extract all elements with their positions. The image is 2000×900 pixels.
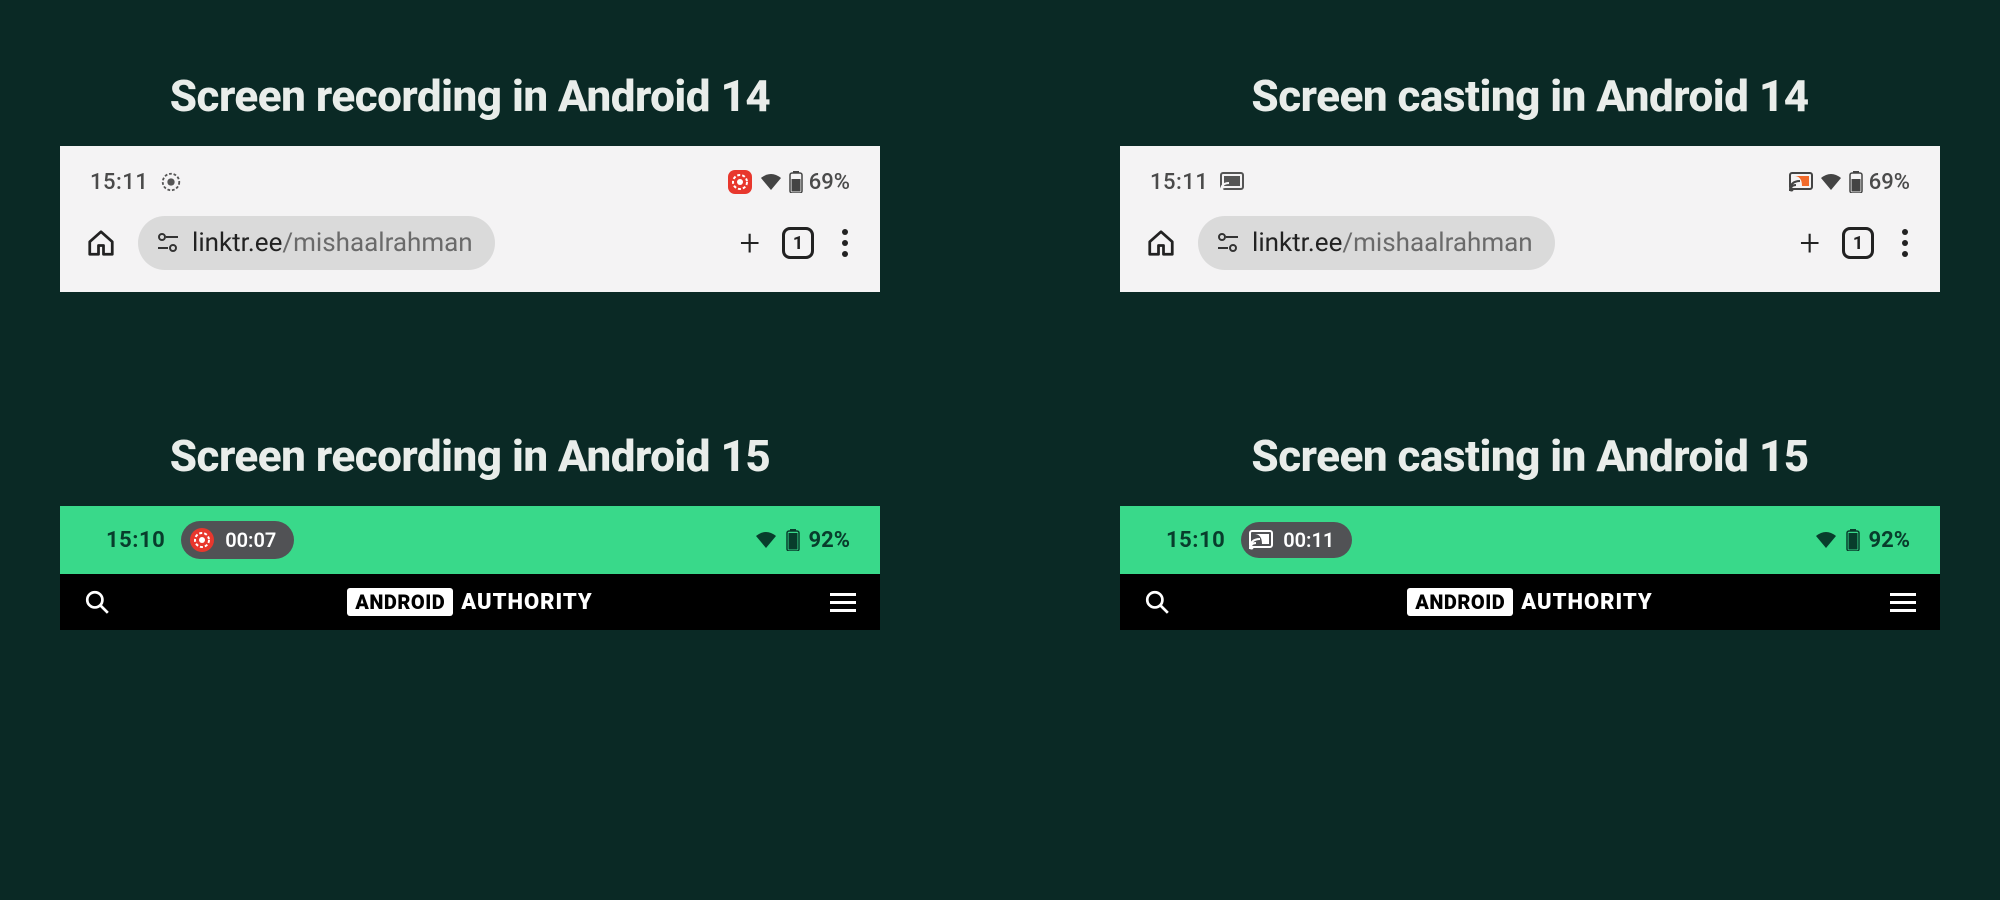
site-logo[interactable]: ANDROID AUTHORITY [1407,588,1652,616]
panel-recording-a15: Screen recording in Android 15 15:10 00:… [60,430,880,700]
clock-time: 15:10 [106,528,165,553]
search-icon[interactable] [84,589,110,615]
status-bar: 15:10 00:11 92% [1120,506,1940,574]
chip-timer: 00:07 [225,528,276,552]
recording-chip-icon [189,527,215,553]
status-left: 15:11 [1150,170,1244,195]
wifi-icon [1814,530,1838,550]
url-path: /mishaalrahman [282,228,472,258]
browser-toolbar: linktr.ee/mishaalrahman + 1 [76,206,864,274]
panel-title: Screen recording in Android 14 [60,70,880,122]
mockup-a15: 15:10 00:07 92% [60,506,880,630]
site-logo[interactable]: ANDROID AUTHORITY [347,588,592,616]
panel-title: Screen casting in Android 14 [1120,70,1940,122]
url-path: /mishaalrahman [1342,228,1532,258]
status-left: 15:10 00:11 [1166,522,1352,558]
recording-chip[interactable]: 00:07 [181,521,294,559]
panel-title: Screen casting in Android 15 [1120,430,1940,482]
battery-percent: 92% [1868,528,1910,553]
panel-casting-a14: Screen casting in Android 14 15:11 [1120,70,1940,340]
brand-android: ANDROID [347,588,453,616]
tab-switcher-button[interactable]: 1 [1842,227,1874,259]
home-icon[interactable] [86,228,116,258]
status-right: 92% [754,528,850,553]
home-icon[interactable] [1146,228,1176,258]
wifi-icon [1819,172,1843,192]
address-bar[interactable]: linktr.ee/mishaalrahman [1198,216,1555,270]
site-settings-icon[interactable] [156,232,180,254]
site-nav: ANDROID AUTHORITY [60,574,880,630]
status-bar: 15:11 69% [76,160,864,206]
new-tab-button[interactable]: + [1800,222,1820,264]
overflow-menu-icon[interactable] [836,229,854,257]
battery-percent: 69% [809,170,850,195]
site-nav: ANDROID AUTHORITY [1120,574,1940,630]
battery-icon [1849,171,1863,193]
battery-icon [786,529,800,551]
url-domain: linktr.ee [1252,228,1342,258]
status-right: 92% [1814,528,1910,553]
cast-chip-icon [1249,530,1273,550]
hamburger-menu-icon[interactable] [1890,593,1916,612]
status-left: 15:11 [90,170,182,195]
battery-icon [789,171,803,193]
status-right: 69% [727,169,850,195]
overflow-menu-icon[interactable] [1896,229,1914,257]
recording-badge-icon [727,169,753,195]
clock-time: 15:10 [1166,528,1225,553]
status-right: 69% [1789,170,1910,195]
cast-active-icon [1789,172,1813,192]
brand-authority: AUTHORITY [1521,590,1653,615]
brand-android: ANDROID [1407,588,1513,616]
battery-percent: 92% [808,528,850,553]
tab-switcher-button[interactable]: 1 [782,227,814,259]
mockup-a14: 15:11 69% [60,146,880,292]
casting-chip[interactable]: 00:11 [1241,522,1352,558]
new-tab-button[interactable]: + [740,222,760,264]
cast-icon [1220,172,1244,192]
mockup-a15: 15:10 00:11 92% [1120,506,1940,630]
search-icon[interactable] [1144,589,1170,615]
site-settings-icon[interactable] [1216,232,1240,254]
url-domain: linktr.ee [192,228,282,258]
battery-percent: 69% [1869,170,1910,195]
panel-casting-a15: Screen casting in Android 15 15:10 00:11 [1120,430,1940,700]
panel-recording-a14: Screen recording in Android 14 15:11 [60,70,880,340]
battery-icon [1846,529,1860,551]
mockup-a14: 15:11 69% [1120,146,1940,292]
clock-time: 15:11 [90,170,148,195]
hamburger-menu-icon[interactable] [830,593,856,612]
panel-title: Screen recording in Android 15 [60,430,880,482]
address-bar[interactable]: linktr.ee/mishaalrahman [138,216,495,270]
browser-toolbar: linktr.ee/mishaalrahman + 1 [1136,206,1924,274]
chip-timer: 00:11 [1283,528,1334,552]
recording-icon [160,171,182,193]
status-bar: 15:10 00:07 92% [60,506,880,574]
status-bar: 15:11 69% [1136,160,1924,206]
clock-time: 15:11 [1150,170,1208,195]
status-left: 15:10 00:07 [106,521,294,559]
wifi-icon [754,530,778,550]
wifi-icon [759,172,783,192]
brand-authority: AUTHORITY [461,590,593,615]
